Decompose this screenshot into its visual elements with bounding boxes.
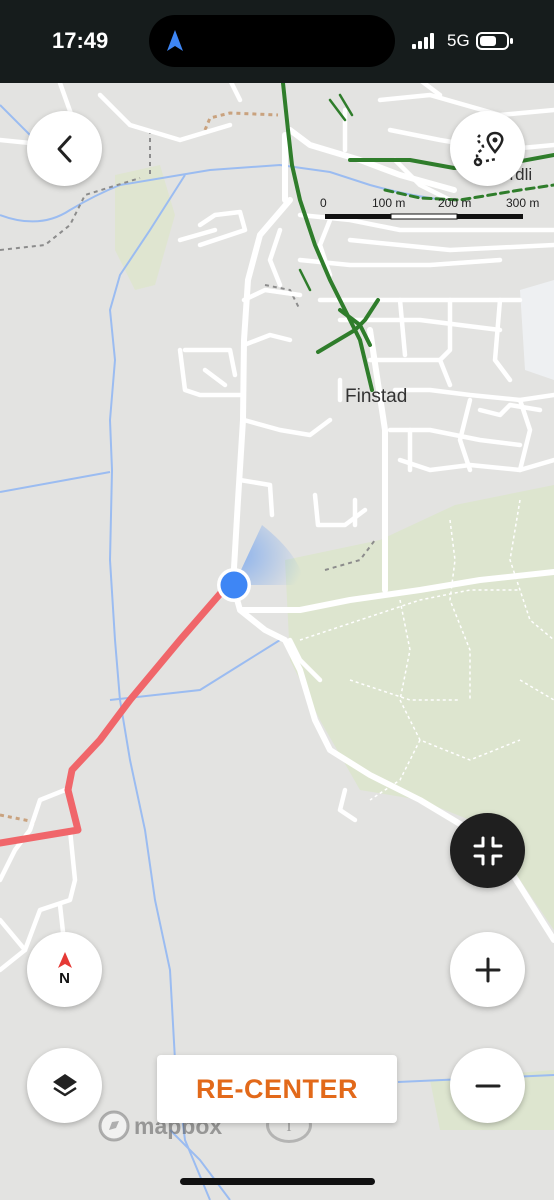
signal-bars-icon [412, 33, 434, 49]
map-view[interactable]: Finstad ordli 0 100 m 200 m 300 m [0, 83, 554, 1200]
battery-icon [476, 32, 513, 50]
compass-arrow-icon [57, 952, 72, 968]
layers-icon [52, 1073, 77, 1096]
status-bar: 17:49 5G [0, 0, 554, 83]
back-button[interactable] [27, 111, 102, 186]
compass-north-label: N [59, 970, 70, 987]
minus-icon [475, 1084, 500, 1087]
plus-icon [475, 957, 500, 982]
scale-label: 0 [320, 196, 327, 210]
scale-label: 100 m [372, 196, 406, 210]
navigation-arrow-icon [167, 30, 183, 51]
home-indicator [180, 1178, 375, 1185]
recenter-button[interactable]: RE-CENTER [157, 1055, 397, 1123]
scale-ruler [325, 213, 523, 220]
route-poi-button[interactable] [450, 111, 525, 186]
status-time: 17:49 [52, 28, 109, 53]
zoom-in-button[interactable] [450, 932, 525, 1007]
map-canvas[interactable] [0, 83, 554, 1200]
building-area [520, 280, 554, 380]
scale-label: 200 m [438, 196, 472, 210]
mapbox-mark-icon [98, 1110, 130, 1142]
collapse-button[interactable] [450, 813, 525, 888]
network-type: 5G [447, 31, 470, 50]
place-label-finstad: Finstad [345, 386, 408, 407]
route-pin-icon [473, 131, 503, 166]
scale-bar: 0 100 m 200 m 300 m [320, 196, 552, 226]
scale-label: 300 m [506, 196, 540, 210]
chevron-left-icon [57, 135, 71, 162]
zoom-out-button[interactable] [450, 1048, 525, 1123]
collapse-arrows-icon [473, 836, 502, 865]
layers-button[interactable] [27, 1048, 102, 1123]
dynamic-island [149, 15, 395, 67]
compass-button[interactable]: N [27, 932, 102, 1007]
